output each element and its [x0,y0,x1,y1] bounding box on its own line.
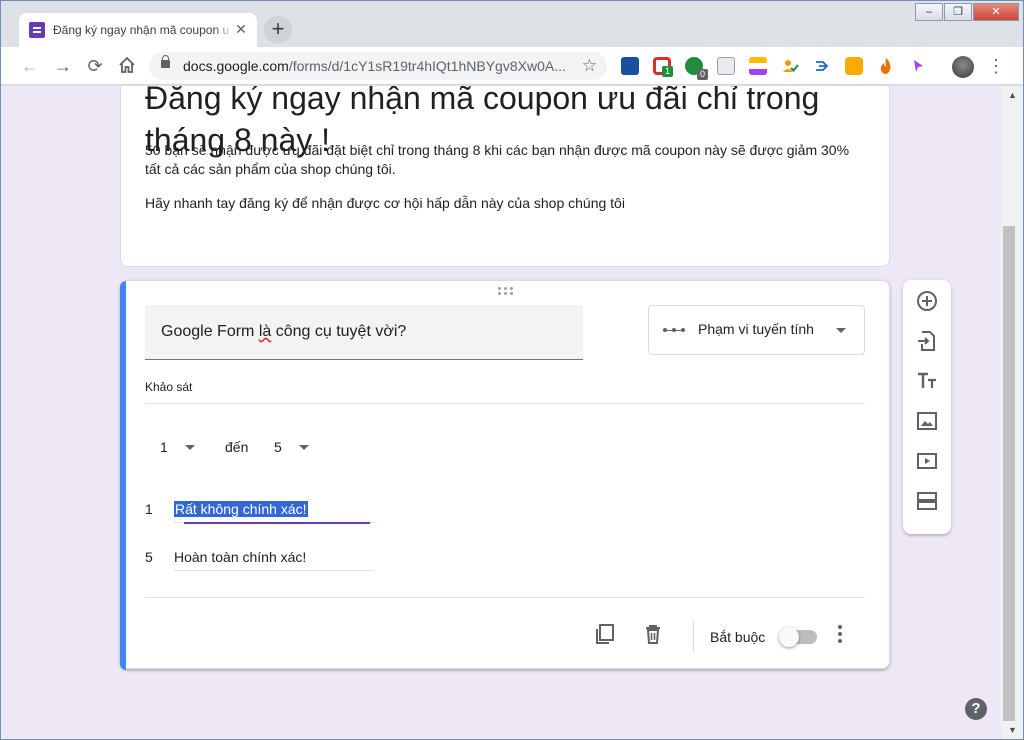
form-description-2[interactable]: Hãy nhanh tay đăng ký để nhận được cơ hộ… [145,194,865,213]
extension-face-icon[interactable] [845,57,863,75]
scale-high-number: 5 [145,549,153,565]
question-title-input[interactable]: Google Form là công cụ tuyệt vời? [145,305,583,360]
window-close-button[interactable]: ✕ [973,3,1019,21]
range-to-dropdown[interactable]: 5 [274,439,282,455]
question-card[interactable]: Google Form là công cụ tuyệt vời? Phạm v… [120,280,890,670]
scrollbar-thumb[interactable] [1003,226,1015,721]
add-video-icon[interactable] [915,449,939,473]
footer-divider [145,597,865,598]
section-label: Khảo sát [145,380,193,394]
required-label: Bắt buộc [710,629,766,645]
address-bar[interactable]: docs.google.com/forms/d/1cY1sR19tr4hIQt1… [149,52,607,80]
extension-briefcase-icon[interactable] [717,57,735,75]
extension-person-check-icon[interactable] [781,57,799,75]
scale-low-label-input[interactable]: Rất không chính xác! [174,495,374,524]
extension-cursor-icon[interactable] [909,57,927,75]
google-forms-icon [29,22,45,38]
tab-bar: Đăng ký ngay nhận mã coupon ư ✕ + – ❐ ✕ [1,1,1023,47]
extension-fire-icon[interactable] [877,57,895,75]
scroll-up-arrow-icon[interactable]: ▲ [1008,90,1017,100]
help-icon[interactable]: ? [965,698,987,720]
range-from-dropdown[interactable]: 1 [160,439,168,455]
tab-close-icon[interactable]: ✕ [233,21,249,37]
page-viewport: Đăng ký ngay nhận mã coupon ưu đãi chỉ t… [1,86,1001,739]
range-to-chevron-icon[interactable] [299,445,309,450]
chevron-down-icon [836,328,846,333]
import-questions-icon[interactable] [915,329,939,353]
more-options-icon[interactable] [832,625,848,645]
add-question-icon[interactable] [915,289,939,313]
toggle-knob [779,627,799,647]
bookmark-star-icon[interactable]: ☆ [582,56,597,76]
extension-notes-icon[interactable] [749,57,767,75]
new-tab-button[interactable]: + [264,16,292,44]
minimize-button[interactable]: – [915,3,943,21]
page-scrollbar[interactable]: ▲ ▼ [1001,86,1023,739]
extension-arrow-icon[interactable] [813,57,831,75]
drag-handle-icon[interactable] [498,287,514,297]
forward-arrow-icon[interactable]: → [52,55,74,77]
question-title-text: Google Form là công cụ tuyệt vời? [161,323,407,340]
active-card-accent [120,281,126,670]
footer-separator [693,621,694,653]
maximize-button[interactable]: ❐ [944,3,972,21]
scale-low-number: 1 [145,501,153,517]
lock-icon [161,55,170,68]
scale-high-label-input[interactable]: Hoàn toàn chính xác! [174,543,374,571]
extension-shield-icon[interactable]: 1 [653,57,673,77]
extension-check-icon[interactable]: 0 [685,57,708,80]
tab-title: Đăng ký ngay nhận mã coupon ư [53,23,229,37]
browser-tab[interactable]: Đăng ký ngay nhận mã coupon ư ✕ [19,13,257,47]
divider [145,403,865,404]
range-from-chevron-icon[interactable] [185,445,195,450]
form-description[interactable]: 50 bạn sẽ nhận được ưu đãi đặt biệt chỉ … [145,141,865,179]
linear-scale-icon [663,328,685,332]
question-type-label: Phạm vi tuyến tính [698,321,814,337]
extension-icon-1[interactable] [621,57,639,75]
browser-menu-icon[interactable]: ⋮ [987,55,1005,77]
reload-icon[interactable]: ⟳ [84,55,106,77]
browser-toolbar: ← → ⟳ docs.google.com/forms/d/1cY1sR19tr… [1,47,1023,85]
floating-toolbar [903,280,951,534]
browser-window: Đăng ký ngay nhận mã coupon ư ✕ + – ❐ ✕ … [0,0,1024,740]
add-section-icon[interactable] [915,489,939,513]
range-separator: đến [225,439,249,455]
required-toggle[interactable] [779,627,817,647]
add-image-icon[interactable] [915,409,939,433]
duplicate-icon[interactable] [594,623,616,645]
question-type-dropdown[interactable]: Phạm vi tuyến tính [648,305,865,355]
form-header-card: Đăng ký ngay nhận mã coupon ưu đãi chỉ t… [120,86,890,267]
trash-icon[interactable] [642,623,664,645]
url-text: docs.google.com/forms/d/1cY1sR19tr4hIQt1… [183,58,566,74]
scroll-down-arrow-icon[interactable]: ▼ [1008,725,1017,735]
back-arrow-icon[interactable]: ← [19,55,41,77]
profile-avatar[interactable] [952,56,974,78]
home-icon[interactable] [116,55,138,77]
add-title-icon[interactable] [915,369,939,393]
